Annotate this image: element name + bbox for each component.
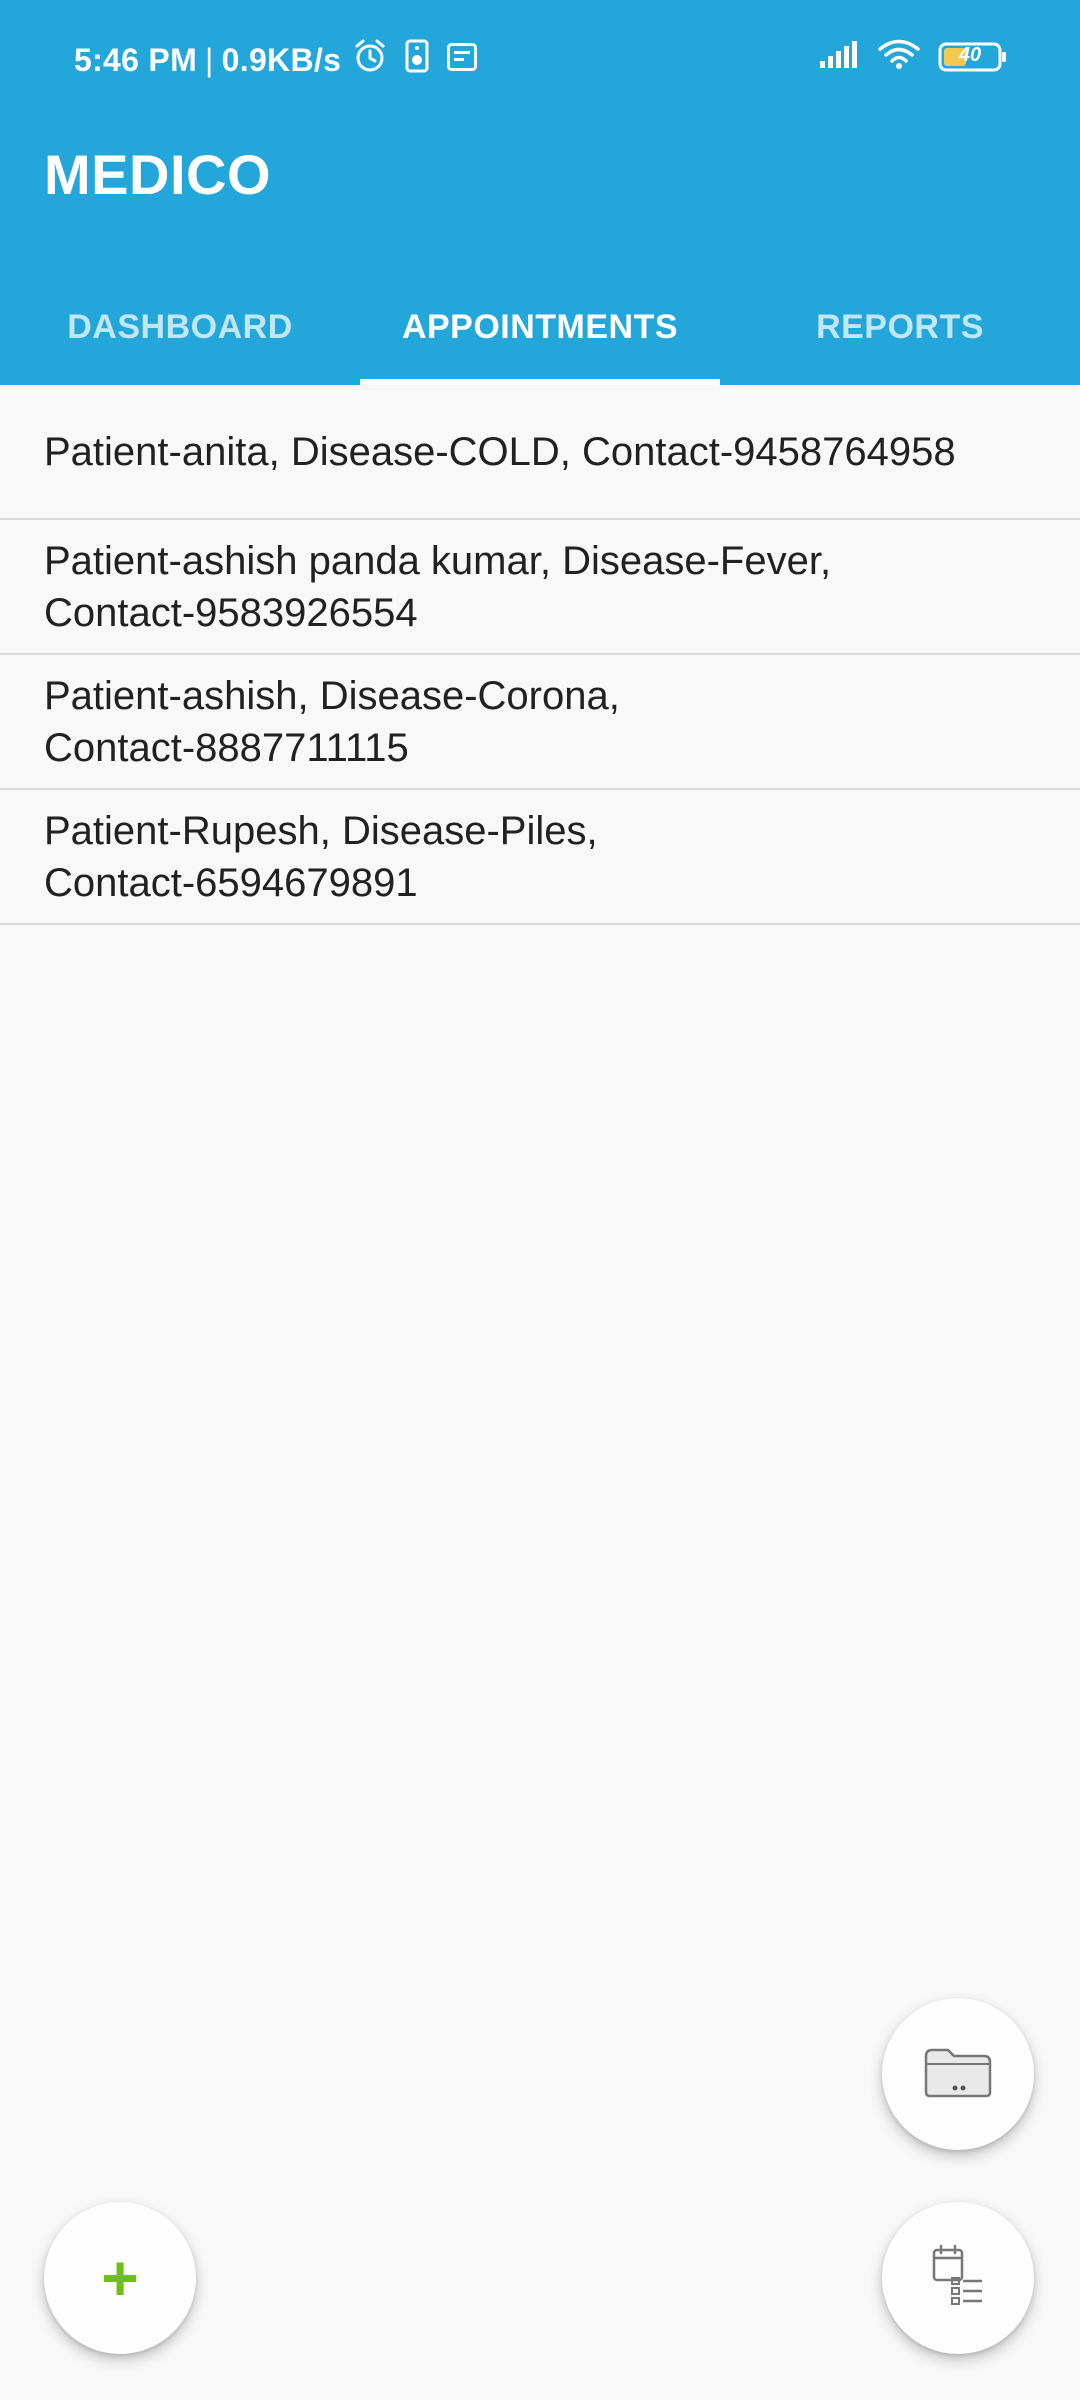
tab-dashboard[interactable]: DASHBOARD bbox=[0, 270, 360, 385]
tab-bar: DASHBOARD APPOINTMENTS REPORTS bbox=[0, 270, 1080, 385]
status-notification-icons bbox=[353, 38, 478, 82]
app-bar: 5:46 PM | 0.9KB/s 40 MEDICO DASHBOARD AP… bbox=[0, 0, 1080, 385]
folder-icon bbox=[922, 2044, 994, 2105]
tab-reports-label: REPORTS bbox=[816, 308, 984, 346]
add-appointment-button[interactable]: + bbox=[44, 2202, 196, 2354]
calendar-list-icon bbox=[930, 2244, 986, 2313]
list-item[interactable]: Patient-ashish panda kumar, Disease-Feve… bbox=[0, 520, 1080, 655]
plus-icon: + bbox=[101, 2242, 139, 2314]
list-item[interactable]: Patient-ashish, Disease-Corona, Contact-… bbox=[0, 655, 1080, 790]
alarm-icon bbox=[353, 38, 387, 82]
signal-icon bbox=[818, 39, 860, 74]
tab-dashboard-label: DASHBOARD bbox=[67, 308, 293, 346]
status-right: 40 bbox=[818, 38, 1008, 75]
appointment-text: Patient-ashish, Disease-Corona, Contact-… bbox=[44, 673, 620, 770]
status-left: 5:46 PM | 0.9KB/s bbox=[74, 38, 478, 82]
wifi-icon bbox=[878, 38, 920, 75]
tab-reports[interactable]: REPORTS bbox=[720, 270, 1080, 385]
status-separator: | bbox=[205, 41, 214, 78]
appointment-text: Patient-Rupesh, Disease-Piles, Contact-6… bbox=[44, 808, 598, 905]
list-item[interactable]: Patient-anita, Disease-COLD, Contact-945… bbox=[0, 385, 1080, 520]
battery-level: 40 bbox=[958, 43, 982, 66]
tab-appointments[interactable]: APPOINTMENTS bbox=[360, 270, 720, 385]
appointment-text: Patient-anita, Disease-COLD, Contact-945… bbox=[44, 429, 956, 474]
status-net-speed: 0.9KB/s bbox=[221, 41, 342, 78]
status-bar: 5:46 PM | 0.9KB/s 40 bbox=[0, 0, 1080, 118]
app-title: MEDICO bbox=[44, 143, 271, 206]
notes-icon bbox=[447, 42, 478, 79]
appointment-text: Patient-ashish panda kumar, Disease-Feve… bbox=[44, 538, 832, 635]
appointment-list: Patient-anita, Disease-COLD, Contact-945… bbox=[0, 385, 1080, 925]
folder-button[interactable] bbox=[882, 1998, 1034, 2150]
list-item[interactable]: Patient-Rupesh, Disease-Piles, Contact-6… bbox=[0, 790, 1080, 925]
status-time: 5:46 PM bbox=[74, 41, 198, 78]
speaker-icon bbox=[405, 39, 429, 81]
appointment-list-button[interactable] bbox=[882, 2202, 1034, 2354]
tab-appointments-label: APPOINTMENTS bbox=[401, 308, 679, 346]
battery-icon: 40 bbox=[938, 41, 1008, 73]
